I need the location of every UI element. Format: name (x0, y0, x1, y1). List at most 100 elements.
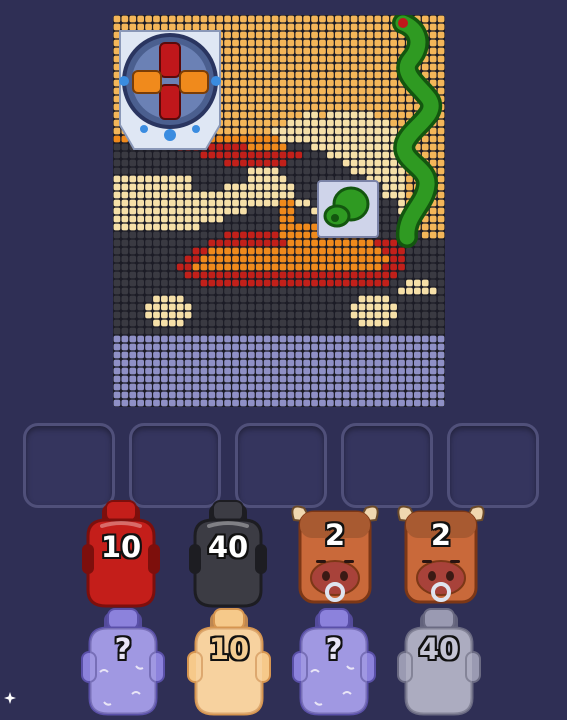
empty-slot[interactable] (447, 423, 539, 508)
pixel-cell (271, 223, 279, 231)
pixel-cell (319, 79, 326, 87)
pixel-cell (374, 367, 382, 375)
pixel-cell (192, 191, 200, 199)
pixel-cell (374, 151, 382, 159)
pixel-cell (145, 279, 152, 287)
empty-slot[interactable] (23, 423, 115, 508)
pixel-cell (279, 183, 287, 191)
shooter-gray: 40 (390, 608, 488, 718)
pixel-cell (247, 87, 255, 95)
pixel-cell (374, 263, 382, 271)
pixel-cell (232, 311, 239, 319)
pixel-cell (437, 359, 445, 367)
pixel-cell (271, 279, 279, 287)
pixel-cell (295, 343, 303, 351)
pixel-cell (168, 335, 176, 343)
pixel-cell (176, 151, 184, 159)
pixel-cell (113, 151, 121, 159)
pixel-cell (232, 127, 239, 135)
empty-slot[interactable] (341, 423, 433, 508)
shooter-bull[interactable]: 2 (286, 500, 384, 610)
pixel-cell (184, 303, 192, 311)
pixel-cell (153, 359, 160, 367)
pixel-cell (153, 151, 160, 159)
pixel-cell (176, 351, 184, 359)
pixel-cell (342, 63, 350, 71)
pixel-cell (224, 159, 231, 167)
pixel-cell (287, 399, 295, 407)
pixel-cell (334, 263, 342, 271)
pixel-cell (287, 295, 295, 303)
pixel-cell (232, 383, 239, 391)
pixel-cell (216, 255, 224, 263)
pixel-cell (303, 319, 311, 327)
pixel-cell (161, 239, 168, 247)
pixel-cell (224, 207, 231, 215)
pixel-cell (161, 287, 168, 295)
pixel-cell (295, 351, 303, 359)
pixel-cell (279, 255, 287, 263)
pixel-cell (200, 279, 208, 287)
shooter-black[interactable]: 40 (179, 500, 277, 610)
pixel-cell (113, 399, 121, 407)
pixel-cell (224, 167, 231, 175)
pixel-cell (350, 295, 358, 303)
pixel-cell (224, 215, 231, 223)
shooter-bull[interactable]: 2 (392, 500, 490, 610)
pixel-cell (406, 391, 413, 399)
pixel-cell (255, 39, 263, 47)
pixel-cell (224, 327, 231, 335)
pixel-cell (176, 367, 184, 375)
pixel-cell (334, 15, 342, 23)
empty-slot[interactable] (235, 423, 327, 508)
pixel-cell (366, 327, 374, 335)
pixel-cell (327, 311, 334, 319)
pixel-cell (429, 399, 437, 407)
green-cannon-icon[interactable] (317, 180, 379, 238)
pixel-cell (350, 79, 358, 87)
pixel-cell (311, 119, 318, 127)
pixel-cell (184, 319, 192, 327)
green-snake-icon[interactable] (389, 15, 445, 255)
pixel-cell (184, 247, 192, 255)
pixel-cell (121, 271, 129, 279)
pixel-cell (240, 119, 247, 127)
pixel-cell (327, 79, 334, 87)
pixel-cell (287, 375, 295, 383)
pixel-cell (295, 111, 303, 119)
pixel-cell (398, 279, 405, 287)
pixel-cell (358, 95, 366, 103)
pixel-cell (319, 343, 326, 351)
pixel-cell (319, 135, 326, 143)
cross-launcher-icon[interactable] (114, 29, 226, 151)
pixel-cell (295, 95, 303, 103)
pixel-cell (421, 295, 429, 303)
pixel-cell (279, 87, 287, 95)
pixel-cell (224, 271, 231, 279)
pixel-cell (176, 295, 184, 303)
pixel-cell (121, 15, 129, 23)
empty-slot[interactable] (129, 423, 221, 508)
pixel-cell (224, 295, 231, 303)
pixel-cell (295, 183, 303, 191)
pixel-cell (279, 223, 287, 231)
pixel-cell (240, 167, 247, 175)
pixel-cell (295, 375, 303, 383)
pixel-cell (129, 343, 137, 351)
pixel-cell (295, 335, 303, 343)
shooter-red[interactable]: 10 (72, 500, 170, 610)
pixel-cell (366, 103, 374, 111)
pixel-cell (319, 63, 326, 71)
pixel-cell (327, 15, 334, 23)
pixel-cell (137, 15, 145, 23)
pixel-cell (129, 319, 137, 327)
pixel-cell (129, 279, 137, 287)
pixel-cell (192, 375, 200, 383)
pixel-cell (255, 103, 263, 111)
pixel-cell (303, 375, 311, 383)
pixel-cell (255, 335, 263, 343)
pixel-cell (161, 263, 168, 271)
pixel-cell (374, 119, 382, 127)
pixel-cell (255, 327, 263, 335)
pixel-cell (192, 239, 200, 247)
